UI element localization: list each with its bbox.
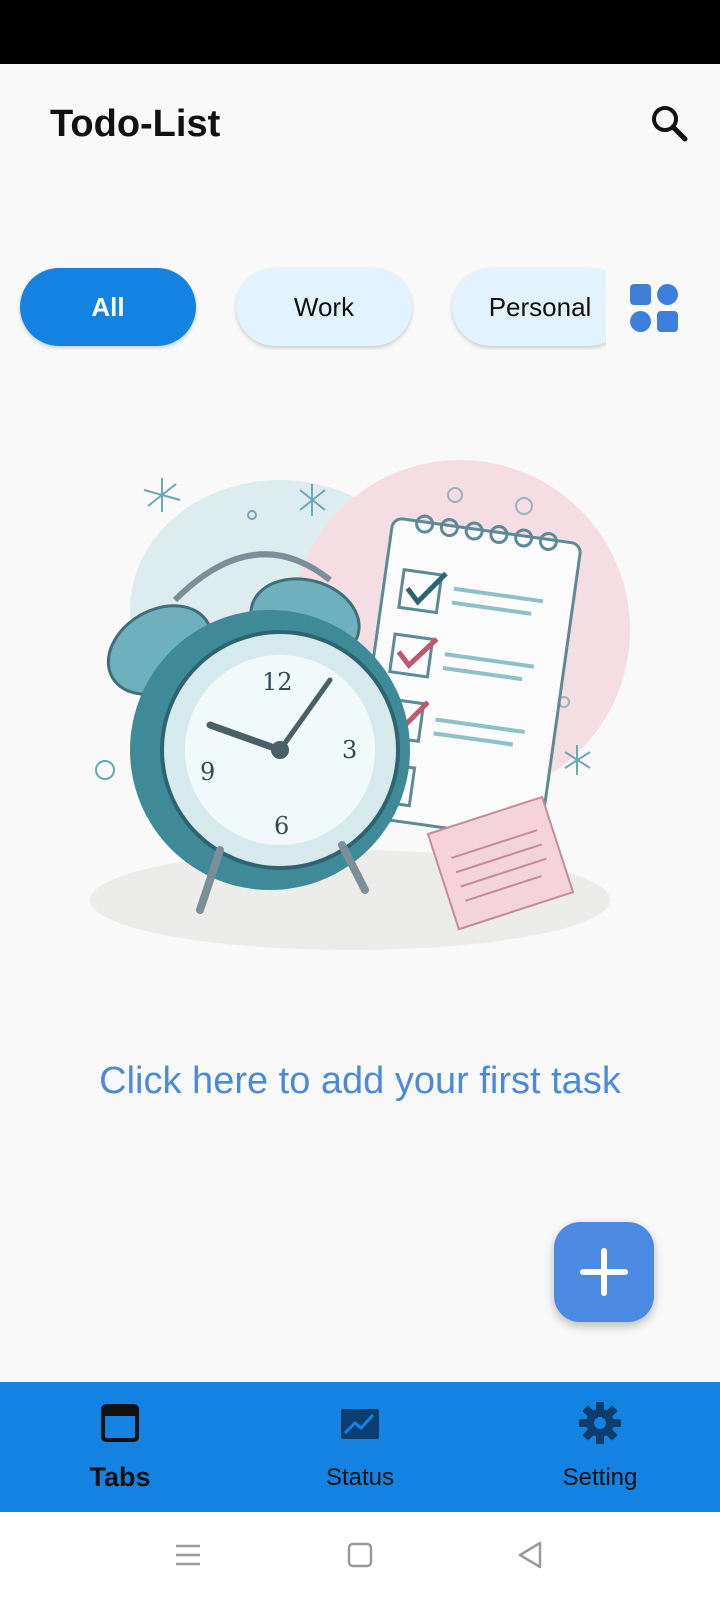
add-first-task-link[interactable]: Click here to add your first task xyxy=(0,1060,720,1103)
system-navigation-bar xyxy=(0,1512,720,1600)
filter-chip-personal[interactable]: Personal xyxy=(452,268,606,346)
back-triangle-icon xyxy=(518,1541,542,1569)
gear-icon xyxy=(579,1402,621,1444)
nav-label-tabs: Tabs xyxy=(89,1462,151,1492)
system-menu-button[interactable] xyxy=(163,1530,213,1580)
category-grid-icon xyxy=(630,284,678,332)
nav-item-tabs[interactable]: Tabs xyxy=(0,1382,240,1512)
tab-window-icon xyxy=(101,1404,139,1442)
nav-item-status[interactable]: Status xyxy=(240,1382,480,1512)
nav-label-setting: Setting xyxy=(562,1464,638,1491)
filter-chip-all[interactable]: All xyxy=(20,268,196,346)
search-icon xyxy=(652,106,688,142)
svg-text:9: 9 xyxy=(200,758,215,786)
category-filter-bar: All Work Personal xyxy=(0,266,606,350)
menu-icon xyxy=(176,1544,200,1566)
svg-text:3: 3 xyxy=(342,736,357,764)
status-bar xyxy=(0,0,720,64)
svg-text:12: 12 xyxy=(262,668,293,696)
plus-icon xyxy=(580,1248,628,1296)
filter-chip-work[interactable]: Work xyxy=(236,268,412,346)
search-button[interactable] xyxy=(644,98,694,148)
chart-icon xyxy=(341,1409,379,1439)
system-home-button[interactable] xyxy=(335,1530,385,1580)
alarm-clock-calendar-illustration: 12 3 6 9 xyxy=(80,440,640,980)
category-grid-button[interactable] xyxy=(628,282,680,334)
app-title: Todo-List xyxy=(50,103,221,145)
nav-item-setting[interactable]: Setting xyxy=(480,1382,720,1512)
bottom-navigation: Tabs Status Setting xyxy=(0,1382,720,1512)
svg-text:6: 6 xyxy=(274,812,289,840)
nav-label-status: Status xyxy=(325,1464,395,1491)
home-square-icon xyxy=(347,1542,373,1568)
system-back-button[interactable] xyxy=(505,1530,555,1580)
add-task-button[interactable] xyxy=(554,1222,654,1322)
